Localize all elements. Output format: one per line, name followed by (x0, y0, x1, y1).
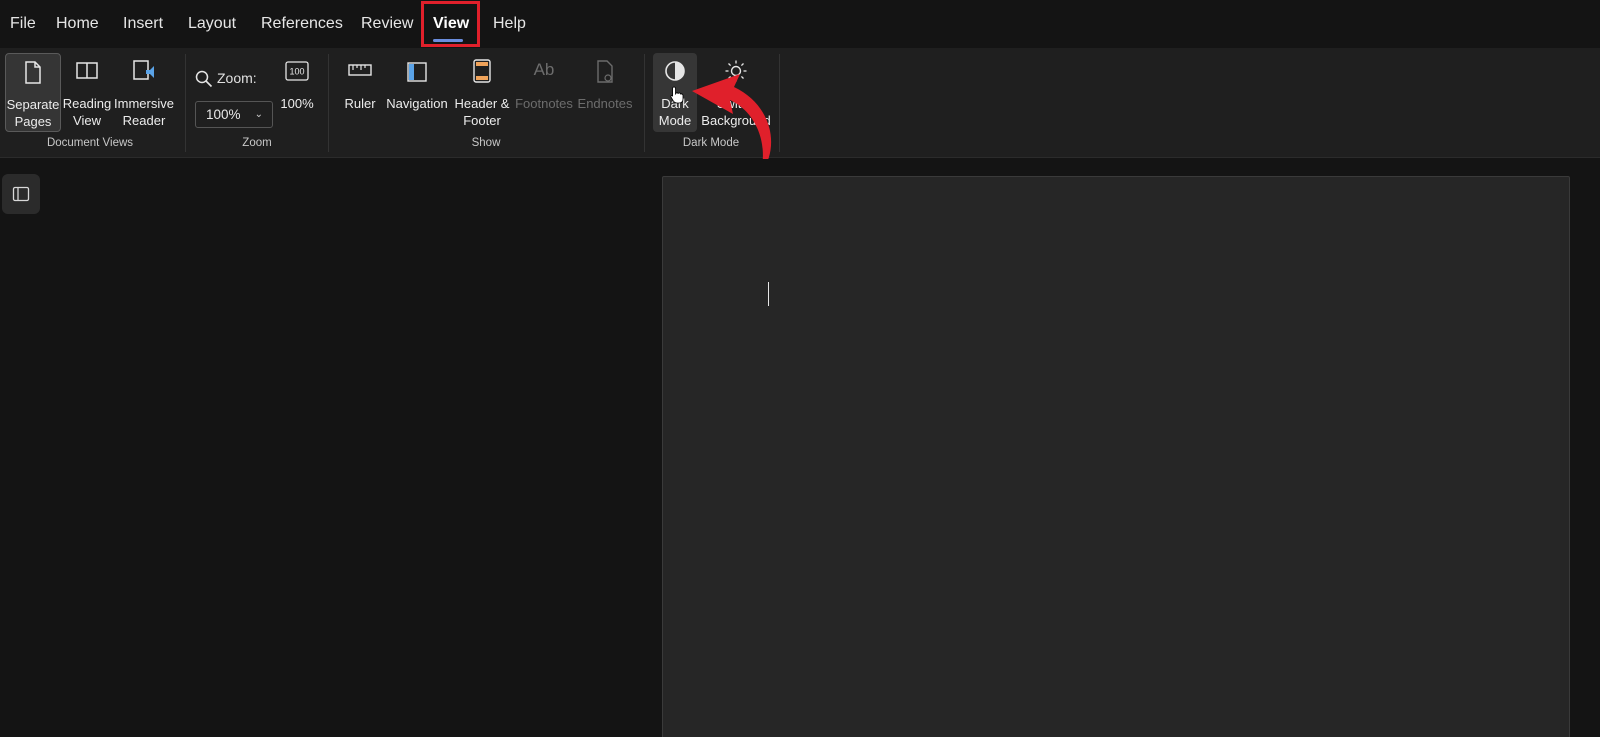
group-label-document-views: Document Views (46, 137, 134, 149)
menu-bar: File Home Insert Layout References Revie… (0, 0, 1600, 48)
endnotes-label: Endnotes (577, 96, 633, 111)
separate-pages-label-2: Pages (14, 114, 52, 129)
hundred-percent-button[interactable]: 100 100% (277, 53, 317, 115)
immersive-reader-label-1: Immersive (114, 96, 174, 111)
reading-view-button[interactable]: Reading View (61, 53, 113, 132)
view-tab-highlight-box (421, 1, 480, 47)
tab-help[interactable]: Help (493, 0, 526, 48)
sidebar-panel-icon (12, 186, 30, 202)
ribbon-separator (185, 54, 186, 152)
ribbon-separator (328, 54, 329, 152)
page-icon (25, 61, 41, 84)
tab-file[interactable]: File (10, 0, 36, 48)
ruler-label: Ruler (344, 96, 376, 111)
tab-review[interactable]: Review (361, 0, 413, 48)
navigation-label: Navigation (386, 96, 448, 111)
zoom-level-value: 100% (206, 107, 241, 122)
group-label-show: Show (471, 137, 501, 149)
navigation-button[interactable]: Navigation (383, 53, 451, 115)
svg-text:100: 100 (289, 67, 304, 77)
ruler-button[interactable]: Ruler (342, 53, 378, 115)
endnotes-button[interactable]: Endnotes (576, 53, 634, 115)
document-page[interactable] (662, 176, 1570, 737)
footnote-icon: Ab (533, 60, 555, 79)
header-footer-label-1: Header & (454, 96, 510, 111)
ruler-icon (348, 64, 372, 76)
immersive-reader-label-2: Reader (122, 113, 166, 128)
header-footer-icon (473, 59, 491, 83)
text-cursor (768, 282, 769, 306)
tab-insert[interactable]: Insert (123, 0, 163, 48)
zoom-label: Zoom: (217, 70, 257, 86)
separate-pages-label-1: Separate (6, 97, 60, 112)
endnote-icon (597, 60, 613, 83)
header-footer-button[interactable]: Header & Footer (452, 53, 512, 132)
magnifier-icon (195, 70, 213, 88)
header-footer-label-2: Footer (463, 113, 501, 128)
footnotes-label: Footnotes (515, 96, 573, 111)
book-icon (76, 62, 98, 79)
navigation-pane-toggle[interactable] (2, 174, 40, 214)
hundred-percent-icon: 100 (285, 61, 309, 81)
tab-home[interactable]: Home (56, 0, 99, 48)
tab-layout[interactable]: Layout (188, 0, 236, 48)
contrast-icon (665, 61, 685, 81)
reading-view-label-2: View (73, 113, 101, 128)
hundred-percent-label: 100% (280, 96, 314, 111)
ribbon-separator (644, 54, 645, 152)
immersive-reader-button[interactable]: Immersive Reader (113, 53, 175, 132)
reading-view-label-1: Reading (62, 96, 112, 111)
zoom-level-select[interactable]: 100% ⌄ (195, 101, 273, 128)
tab-references[interactable]: References (261, 0, 343, 48)
hand-cursor-icon (670, 86, 684, 104)
footnotes-button[interactable]: Ab Footnotes (514, 53, 574, 115)
separate-pages-button[interactable]: Separate Pages (5, 53, 61, 132)
navigation-pane-icon (407, 62, 427, 82)
immersive-reader-icon (133, 60, 154, 80)
chevron-down-icon: ⌄ (254, 109, 263, 120)
group-label-zoom: Zoom (242, 137, 272, 149)
